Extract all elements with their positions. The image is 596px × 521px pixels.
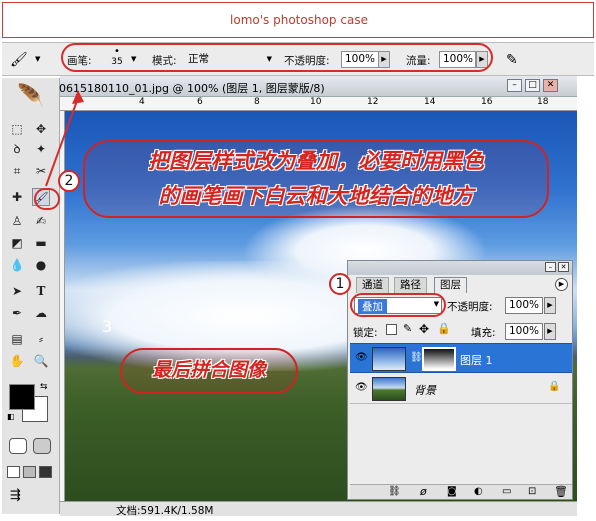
panel-menu-icon[interactable]: ▶ [555, 278, 568, 291]
fill-field[interactable]: 100% [505, 323, 543, 340]
lock-label: 锁定: [353, 327, 378, 339]
type-tool-icon[interactable]: T [32, 282, 50, 300]
ruler-number: 8 [254, 97, 260, 107]
layers-panel: – ✕ 通道 路径 图层 ▶ 叠加 ▼ 不透明度: 100% ▶ 锁定: ✎ ✥… [347, 260, 573, 500]
tab-layers[interactable]: 图层 [434, 277, 467, 293]
blend-mode-highlight-oval [350, 293, 446, 317]
dodge-tool-icon[interactable]: ● [32, 256, 50, 274]
adjustment-layer-icon[interactable]: ◐ [474, 486, 483, 497]
healing-brush-tool-icon[interactable]: ✚ [8, 188, 26, 206]
lock-all-icon[interactable]: 🔒 [437, 322, 451, 335]
layer-thumbnail[interactable] [372, 347, 406, 371]
new-group-icon[interactable]: ▭ [502, 486, 511, 497]
fill-arrow-icon[interactable]: ▶ [544, 323, 556, 340]
visibility-eye-icon[interactable]: 👁 [355, 353, 368, 363]
header-banner: lomo's photoshop case [2, 2, 594, 38]
lock-transparency-icon[interactable] [386, 324, 397, 335]
tool-preset-arrow-icon[interactable]: ▼ [35, 55, 40, 63]
link-layers-icon[interactable]: ⛓ [388, 486, 401, 497]
ruler-number: 18 [537, 97, 549, 107]
screen-mode-full-icon[interactable] [39, 466, 52, 478]
document-size-status[interactable]: 文档:591.4K/1.58M [116, 503, 213, 518]
step2-text-line2: 的画笔画下白云和大地结合的地方 [158, 183, 474, 208]
foreground-color-swatch[interactable] [9, 384, 35, 410]
airbrush-icon[interactable]: ✎ [506, 50, 528, 70]
fill-label: 填充: [471, 327, 496, 339]
jump-to-imageready-icon[interactable]: ⇶ [10, 488, 32, 506]
trash-icon[interactable]: 🗑 [554, 485, 568, 498]
maximize-icon[interactable]: □ [525, 79, 540, 92]
new-layer-icon[interactable]: ⊡ [528, 486, 536, 497]
gradient-tool-icon[interactable]: ▬ [32, 234, 50, 252]
add-mask-icon[interactable]: ◙ [447, 486, 457, 497]
brush-highlight-circle [34, 188, 60, 210]
status-bar: 文档:591.4K/1.58M [60, 501, 577, 518]
layer-name[interactable]: 图层 1 [460, 352, 493, 368]
screen-mode-standard-icon[interactable] [7, 466, 20, 478]
lock-icon: 🔒 [548, 381, 561, 392]
lock-image-icon[interactable]: ✎ [403, 322, 412, 335]
layer-opacity-label: 不透明度: [447, 301, 493, 313]
step2-text-line1: 把图层样式改为叠加，必要时用黑色 [148, 148, 484, 173]
ruler-number: 12 [367, 97, 379, 107]
path-selection-tool-icon[interactable]: ➤ [8, 282, 26, 300]
layer-style-icon[interactable]: ø [420, 485, 427, 498]
default-colors-icon[interactable]: ◧ [7, 412, 15, 421]
blur-tool-icon[interactable]: 💧 [8, 256, 26, 274]
screen-mode-menu-icon[interactable] [23, 466, 36, 478]
step-number-badge: 1 [329, 273, 351, 295]
clone-stamp-tool-icon[interactable]: ♙ [8, 212, 26, 230]
layer-thumbnail[interactable] [372, 377, 406, 401]
hand-tool-icon[interactable]: ✋ [8, 352, 26, 370]
panel-close-icon[interactable]: ✕ [558, 262, 569, 272]
layer-name[interactable]: 背景 [414, 382, 436, 398]
panel-title-bar[interactable]: – ✕ [348, 261, 572, 275]
panel-minimize-icon[interactable]: – [545, 262, 556, 272]
eraser-tool-icon[interactable]: ◩ [8, 234, 26, 252]
layer-opacity-field[interactable]: 100% [505, 297, 543, 314]
link-chain-icon[interactable]: ⛓ [410, 352, 423, 363]
crop-tool-icon[interactable]: ⌗ [8, 162, 26, 180]
layer-row[interactable]: 👁 背景 🔒 [350, 374, 572, 404]
options-highlight-oval [61, 43, 493, 72]
notes-tool-icon[interactable]: ▤ [8, 330, 26, 348]
ruler-number: 6 [197, 97, 203, 107]
layers-panel-footer: ⛓ ø ◙ ◐ ▭ ⊡ 🗑 [350, 484, 572, 499]
close-icon[interactable]: ✕ [543, 79, 558, 92]
shape-tool-icon[interactable]: ☁ [32, 304, 50, 322]
standard-mode-icon[interactable] [9, 438, 27, 454]
eyedropper-tool-icon[interactable]: ⸗ [32, 330, 50, 348]
ruler-number: 16 [481, 97, 493, 107]
lasso-tool-icon[interactable]: ꝺ [8, 140, 26, 158]
banner-title: lomo's photoshop case [230, 13, 368, 27]
document-title-bar[interactable]: 0615180110_01.jpg @ 100% (图层 1, 图层蒙版/8) … [59, 76, 577, 97]
brush-tool-icon[interactable]: 🖌 [10, 50, 32, 70]
ruler-number: 10 [310, 97, 322, 107]
layer-mask-thumbnail[interactable] [422, 347, 456, 371]
layer-opacity-arrow-icon[interactable]: ▶ [544, 297, 556, 314]
step-number-badge: 3 [101, 317, 113, 336]
zoom-tool-icon[interactable]: 🔍 [32, 352, 50, 370]
swap-colors-icon[interactable]: ⇆ [40, 382, 48, 392]
horizontal-ruler: 4 6 8 10 12 14 16 18 [60, 97, 577, 111]
ruler-number: 14 [424, 97, 436, 107]
layer-row-selected[interactable]: 👁 ⛓ 图层 1 [350, 343, 572, 373]
tab-channels[interactable]: 通道 [356, 277, 389, 293]
lock-position-icon[interactable]: ✥ [419, 322, 429, 336]
history-brush-tool-icon[interactable]: ✍ [32, 212, 50, 230]
step-number-badge: 2 [58, 170, 80, 192]
marquee-tool-icon[interactable]: ⬚ [8, 120, 26, 138]
tab-paths[interactable]: 路径 [394, 277, 427, 293]
pen-tool-icon[interactable]: ✒ [8, 304, 26, 322]
ruler-number: 4 [139, 97, 145, 107]
quick-mask-mode-icon[interactable] [33, 438, 51, 454]
step3-text: 最后拼合图像 [151, 359, 266, 381]
minimize-icon[interactable]: – [507, 79, 522, 92]
visibility-eye-icon[interactable]: 👁 [355, 383, 368, 393]
